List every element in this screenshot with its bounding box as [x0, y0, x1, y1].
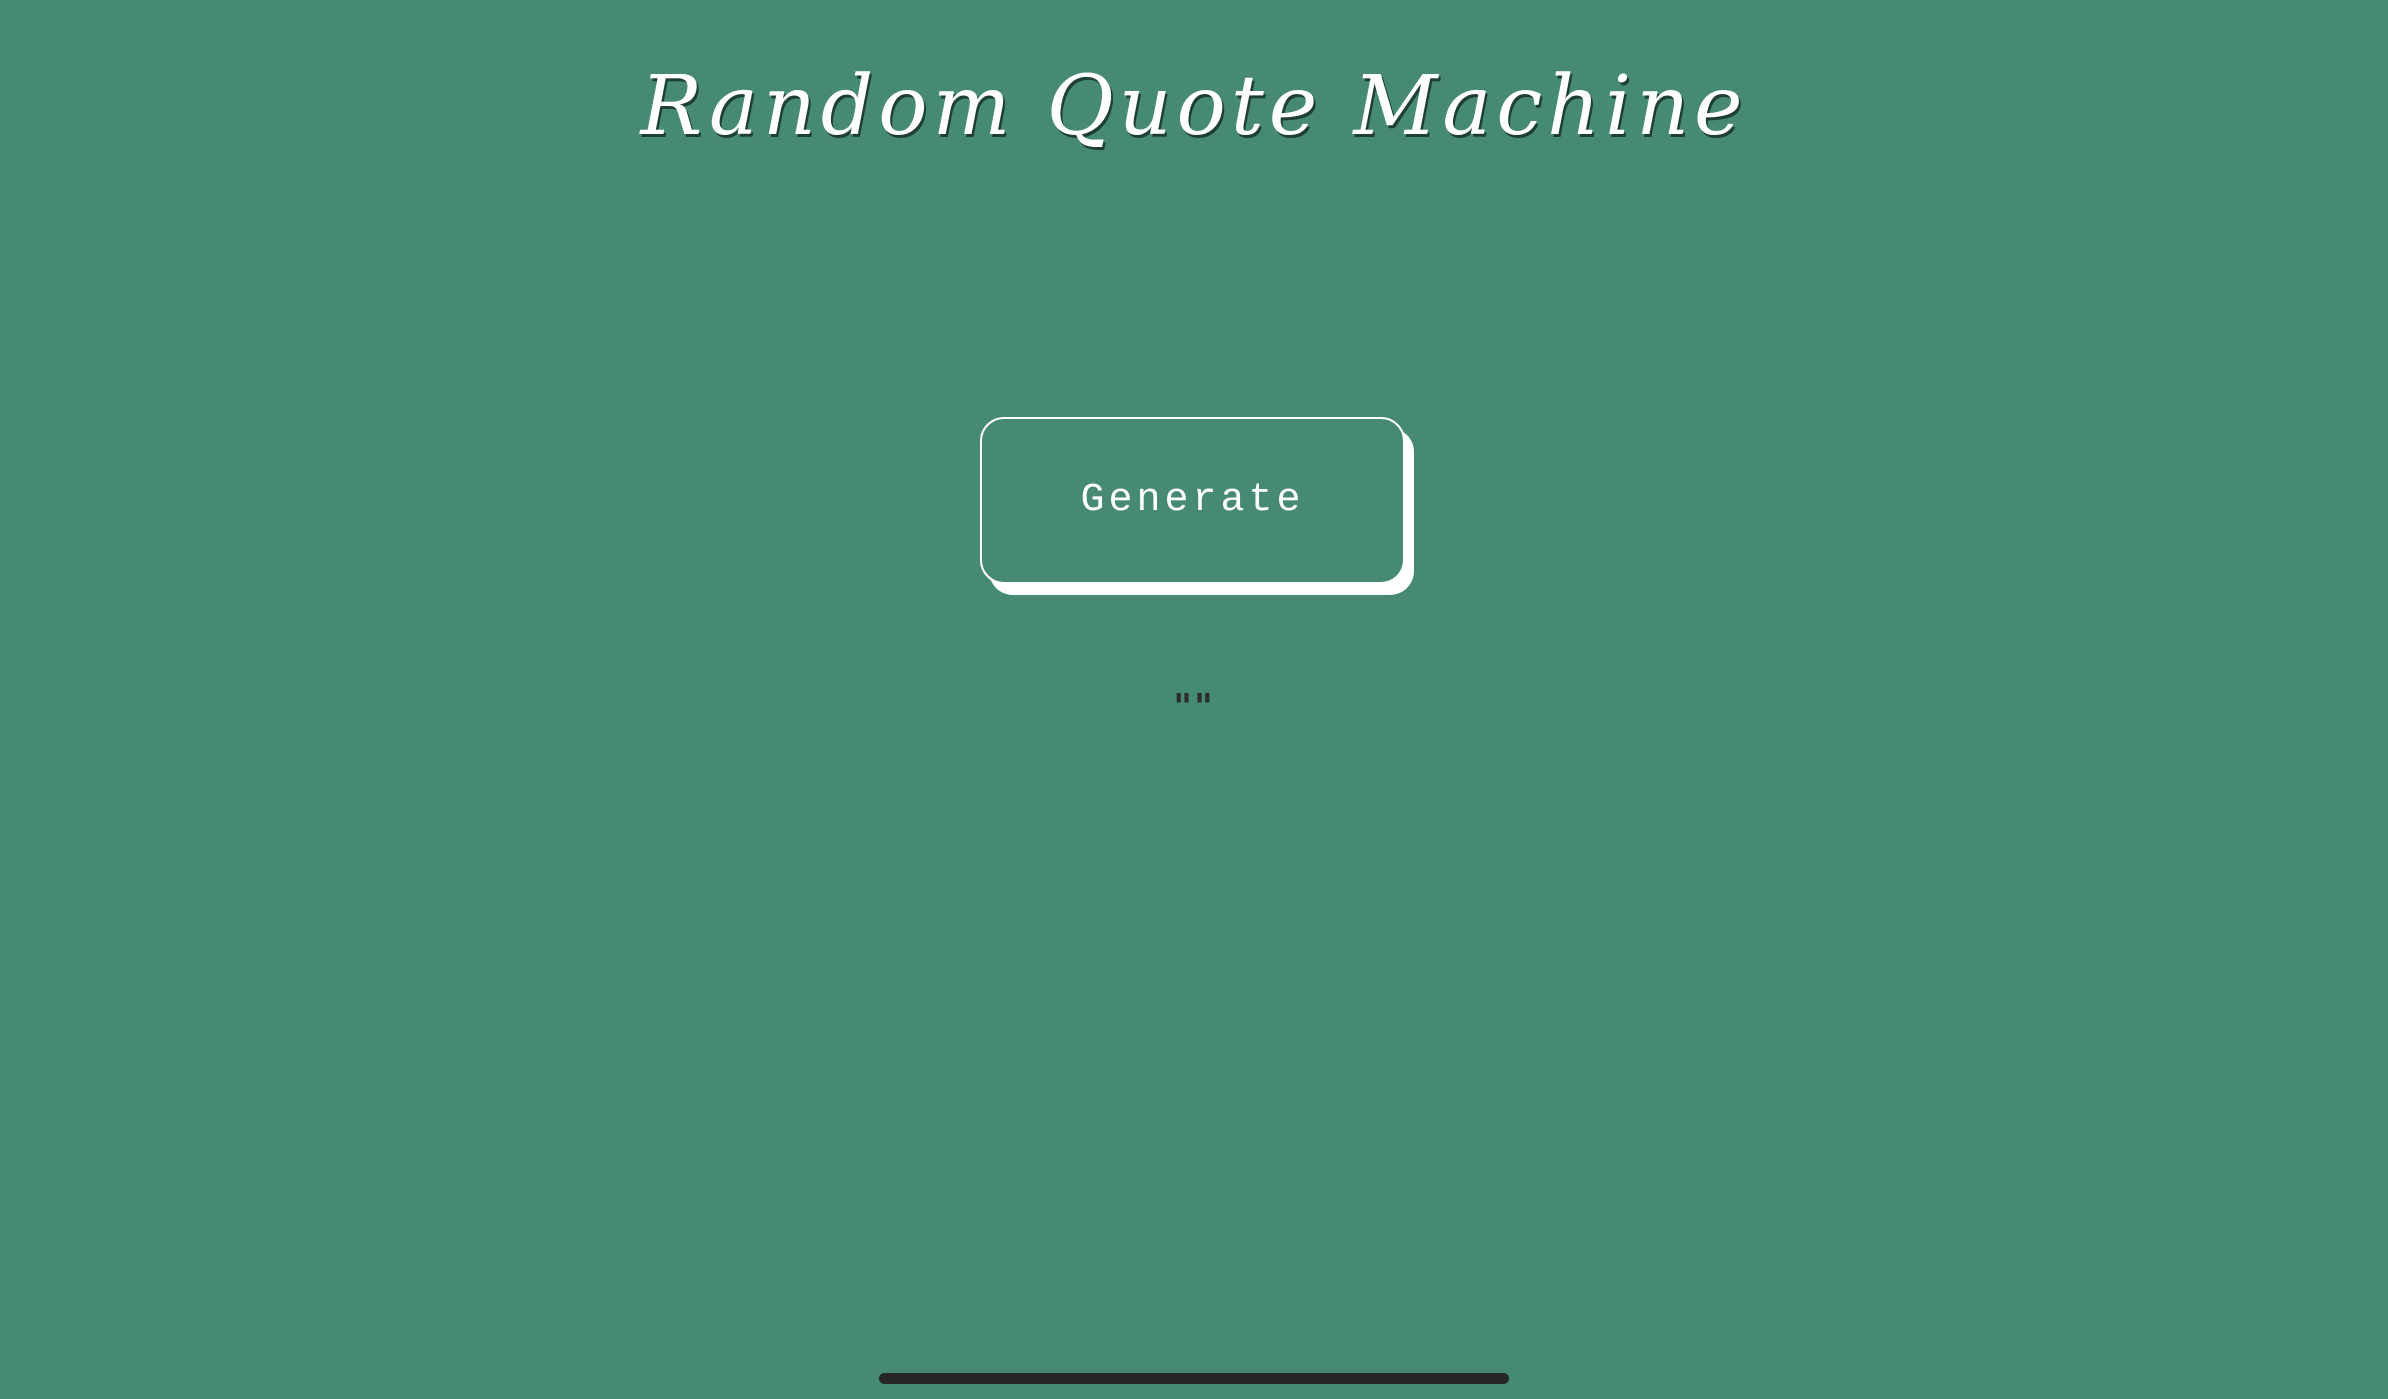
generate-button[interactable]: Generate [980, 417, 1405, 584]
quote-text: "" [1173, 687, 1215, 728]
home-indicator[interactable] [879, 1373, 1509, 1384]
page-title: Random Quote Machine [640, 59, 1748, 154]
